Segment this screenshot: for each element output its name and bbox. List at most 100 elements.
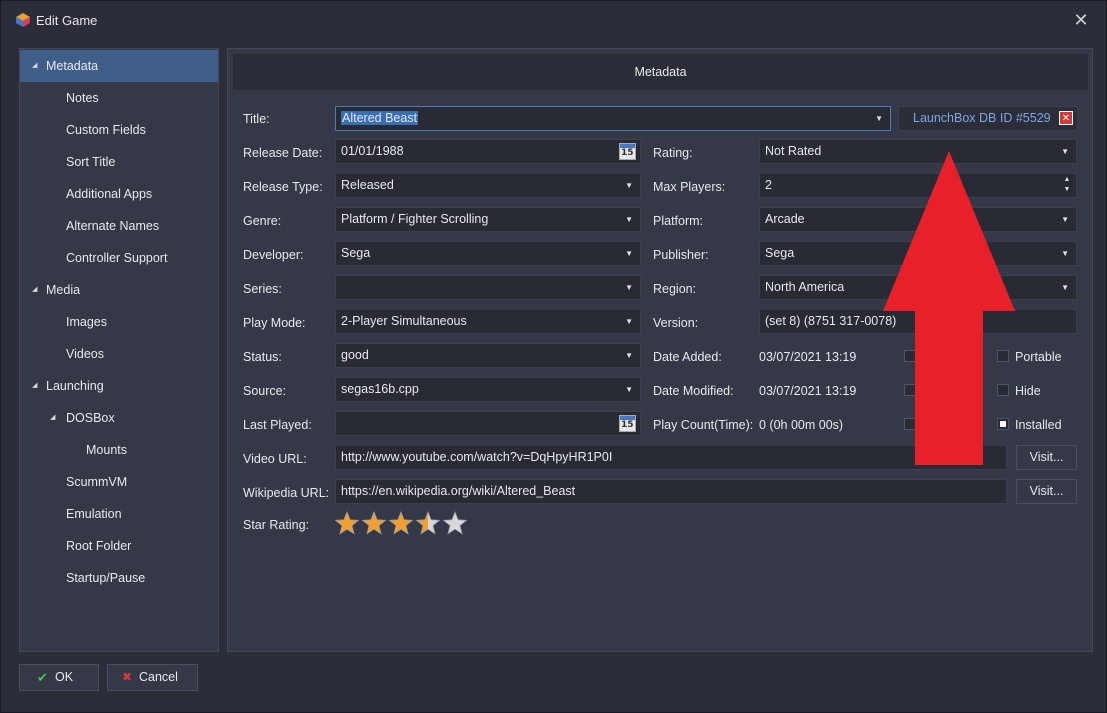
sidebar-item-metadata[interactable]: ◢ Metadata	[20, 50, 218, 82]
cancel-button[interactable]: ✖ Cancel	[107, 664, 198, 691]
max-players-label: Max Players:	[653, 180, 726, 194]
wikipedia-url-value: https://en.wikipedia.org/wiki/Altered_Be…	[341, 484, 576, 498]
expand-arrow-icon[interactable]: ◢	[32, 274, 37, 306]
release-type-value: Released	[341, 178, 394, 192]
star-rating-control[interactable]	[335, 511, 475, 537]
wikipedia-url-input[interactable]: https://en.wikipedia.org/wiki/Altered_Be…	[335, 479, 1007, 504]
dropdown-arrow-icon[interactable]: ▼	[625, 242, 633, 265]
increment-icon[interactable]: ▲	[1061, 175, 1073, 185]
status-dropdown[interactable]: good ▼	[335, 343, 641, 368]
sidebar-item-root-folder[interactable]: Root Folder	[20, 530, 218, 562]
dropdown-arrow-icon[interactable]: ▼	[1061, 276, 1069, 299]
sidebar-item-dosbox[interactable]: ◢ DOSBox	[20, 402, 218, 434]
star-icon[interactable]	[361, 511, 387, 535]
sidebar-item-custom-fields[interactable]: Custom Fields	[20, 114, 218, 146]
sidebar-item-media[interactable]: ◢ Media	[20, 274, 218, 306]
sidebar-item-label: Launching	[46, 379, 104, 393]
dropdown-arrow-icon[interactable]: ▼	[625, 344, 633, 367]
calendar-icon[interactable]: 15	[619, 143, 636, 160]
sidebar-item-scummvm[interactable]: ScummVM	[20, 466, 218, 498]
sidebar-item-alternate-names[interactable]: Alternate Names	[20, 210, 218, 242]
release-type-dropdown[interactable]: Released ▼	[335, 173, 641, 198]
edit-game-dialog: Edit Game ✕ ◢ Metadata Notes Custom Fiel…	[0, 0, 1107, 713]
sidebar-item-notes[interactable]: Notes	[20, 82, 218, 114]
series-dropdown[interactable]: ▼	[335, 275, 641, 300]
sidebar-item-label: Notes	[66, 91, 99, 105]
last-played-field[interactable]: 15	[335, 411, 641, 436]
release-type-label: Release Type:	[243, 180, 323, 194]
installed-label: Installed	[1015, 418, 1062, 432]
video-url-label: Video URL:	[243, 452, 307, 466]
dropdown-arrow-icon[interactable]: ▼	[625, 378, 633, 401]
source-dropdown[interactable]: segas16b.cpp ▼	[335, 377, 641, 402]
dropdown-arrow-icon[interactable]: ▼	[625, 174, 633, 197]
sidebar-item-launching[interactable]: ◢ Launching	[20, 370, 218, 402]
source-value: segas16b.cpp	[341, 382, 419, 396]
dropdown-arrow-icon[interactable]: ▼	[625, 208, 633, 231]
developer-dropdown[interactable]: Sega ▼	[335, 241, 641, 266]
dropdown-arrow-icon[interactable]: ▼	[1061, 140, 1069, 163]
genre-label: Genre:	[243, 214, 282, 228]
close-button[interactable]: ✕	[1070, 9, 1092, 31]
sidebar-item-label: Startup/Pause	[66, 571, 146, 585]
series-label: Series:	[243, 282, 282, 296]
portable-label: Portable	[1015, 350, 1062, 364]
dropdown-arrow-icon[interactable]: ▼	[625, 276, 633, 299]
rating-label: Rating:	[653, 146, 693, 160]
developer-value: Sega	[341, 246, 371, 260]
ok-button[interactable]: ✔ OK	[19, 664, 99, 691]
expand-arrow-icon[interactable]: ◢	[32, 50, 37, 82]
version-label: Version:	[653, 316, 699, 330]
wikipedia-url-label: Wikipedia URL:	[243, 486, 330, 500]
rating-value: Not Rated	[765, 144, 822, 158]
sidebar-item-images[interactable]: Images	[20, 306, 218, 338]
play-mode-value: 2-Player Simultaneous	[341, 314, 467, 328]
sidebar-item-sort-title[interactable]: Sort Title	[20, 146, 218, 178]
sidebar-item-label: Emulation	[66, 507, 122, 521]
star-icon[interactable]	[442, 511, 468, 535]
status-label: Status:	[243, 350, 282, 364]
star-icon[interactable]	[335, 511, 360, 535]
play-mode-dropdown[interactable]: 2-Player Simultaneous ▼	[335, 309, 641, 334]
calendar-icon[interactable]: 15	[619, 415, 636, 432]
launchbox-app-icon	[16, 13, 30, 27]
dropdown-arrow-icon[interactable]: ▼	[1061, 208, 1069, 231]
source-label: Source:	[243, 384, 287, 398]
title-combobox[interactable]: Altered Beast ▼	[335, 106, 891, 131]
clear-db-id-icon[interactable]: ✕	[1059, 111, 1073, 125]
max-players-value: 2	[765, 178, 772, 192]
sidebar-item-additional-apps[interactable]: Additional Apps	[20, 178, 218, 210]
expand-arrow-icon[interactable]: ◢	[50, 402, 55, 434]
sidebar-tree: ◢ Metadata Notes Custom Fields Sort Titl…	[19, 48, 219, 652]
dropdown-arrow-icon[interactable]: ▼	[1061, 242, 1069, 265]
sidebar-item-label: Alternate Names	[66, 219, 160, 233]
sidebar-item-controller-support[interactable]: Controller Support	[20, 242, 218, 274]
sidebar-item-label: Mounts	[86, 443, 127, 457]
title-label: Title:	[243, 112, 270, 126]
dropdown-arrow-icon[interactable]: ▼	[875, 107, 883, 130]
sidebar-item-label: Media	[46, 283, 81, 297]
expand-arrow-icon[interactable]: ◢	[32, 370, 37, 402]
ok-label: OK	[55, 670, 74, 684]
sidebar-item-startup-pause[interactable]: Startup/Pause	[20, 562, 218, 594]
star-icon[interactable]	[388, 511, 414, 535]
decrement-icon[interactable]: ▼	[1061, 185, 1073, 195]
sidebar-item-emulation[interactable]: Emulation	[20, 498, 218, 530]
dropdown-arrow-icon[interactable]: ▼	[625, 310, 633, 333]
genre-dropdown[interactable]: Platform / Fighter Scrolling ▼	[335, 207, 641, 232]
sidebar-item-label: Images	[66, 315, 107, 329]
sidebar-item-mounts[interactable]: Mounts	[20, 434, 218, 466]
stepper-buttons[interactable]: ▲ ▼	[1061, 175, 1073, 196]
sidebar-item-videos[interactable]: Videos	[20, 338, 218, 370]
visit-video-button[interactable]: Visit...	[1016, 445, 1077, 470]
sidebar-item-label: Custom Fields	[66, 123, 146, 137]
play-mode-label: Play Mode:	[243, 316, 306, 330]
visit-wikipedia-button[interactable]: Visit...	[1016, 479, 1077, 504]
sidebar-item-label: Root Folder	[66, 539, 132, 553]
db-id-value: LaunchBox DB ID #5529	[913, 111, 1051, 125]
star-icon[interactable]	[415, 511, 441, 535]
release-date-field[interactable]: 01/01/1988 15	[335, 139, 641, 164]
release-date-label: Release Date:	[243, 146, 323, 160]
video-url-value: http://www.youtube.com/watch?v=DqHpyHR1P…	[341, 450, 613, 464]
title-value: Altered Beast	[341, 111, 419, 125]
